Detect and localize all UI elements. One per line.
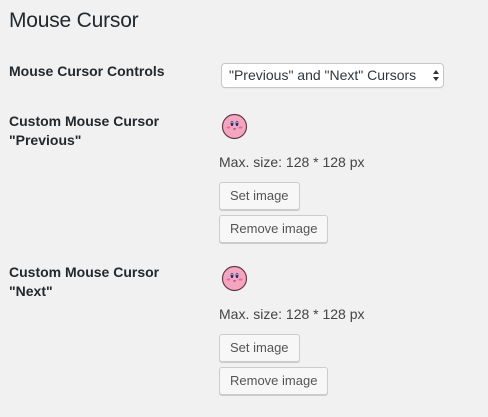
next-cursor-label-line1: Custom Mouse Cursor [9, 264, 160, 280]
next-set-image-button[interactable]: Set image [219, 334, 300, 362]
previous-cursor-label-line2: "Previous" [9, 131, 82, 148]
controls-label: Mouse Cursor Controls [9, 63, 165, 79]
cursor-controls-select[interactable]: "Previous" and "Next" Cursors [221, 63, 444, 88]
select-arrows-icon [433, 70, 439, 81]
next-remove-image-button[interactable]: Remove image [219, 367, 329, 395]
previous-cursor-size-note: Max. size: 128 * 128 px [219, 154, 365, 170]
previous-cursor-label-line1: Custom Mouse Cursor [9, 113, 160, 129]
previous-remove-image-button[interactable]: Remove image [219, 215, 329, 243]
next-cursor-size-note: Max. size: 128 * 128 px [219, 306, 365, 322]
previous-set-image-button[interactable]: Set image [219, 182, 300, 210]
cursor-controls-selected-value: "Previous" and "Next" Cursors [229, 67, 417, 83]
next-cursor-label: Custom Mouse Cursor "Next" [9, 263, 199, 300]
section-title: Mouse Cursor [9, 9, 139, 32]
previous-cursor-label: Custom Mouse Cursor "Previous" [9, 112, 199, 149]
mouse-cursor-settings-panel: Mouse Cursor Mouse Cursor Controls "Prev… [0, 0, 488, 417]
next-cursor-preview-icon [221, 265, 248, 292]
next-cursor-label-line2: "Next" [9, 282, 53, 299]
previous-cursor-preview-icon [221, 113, 248, 140]
